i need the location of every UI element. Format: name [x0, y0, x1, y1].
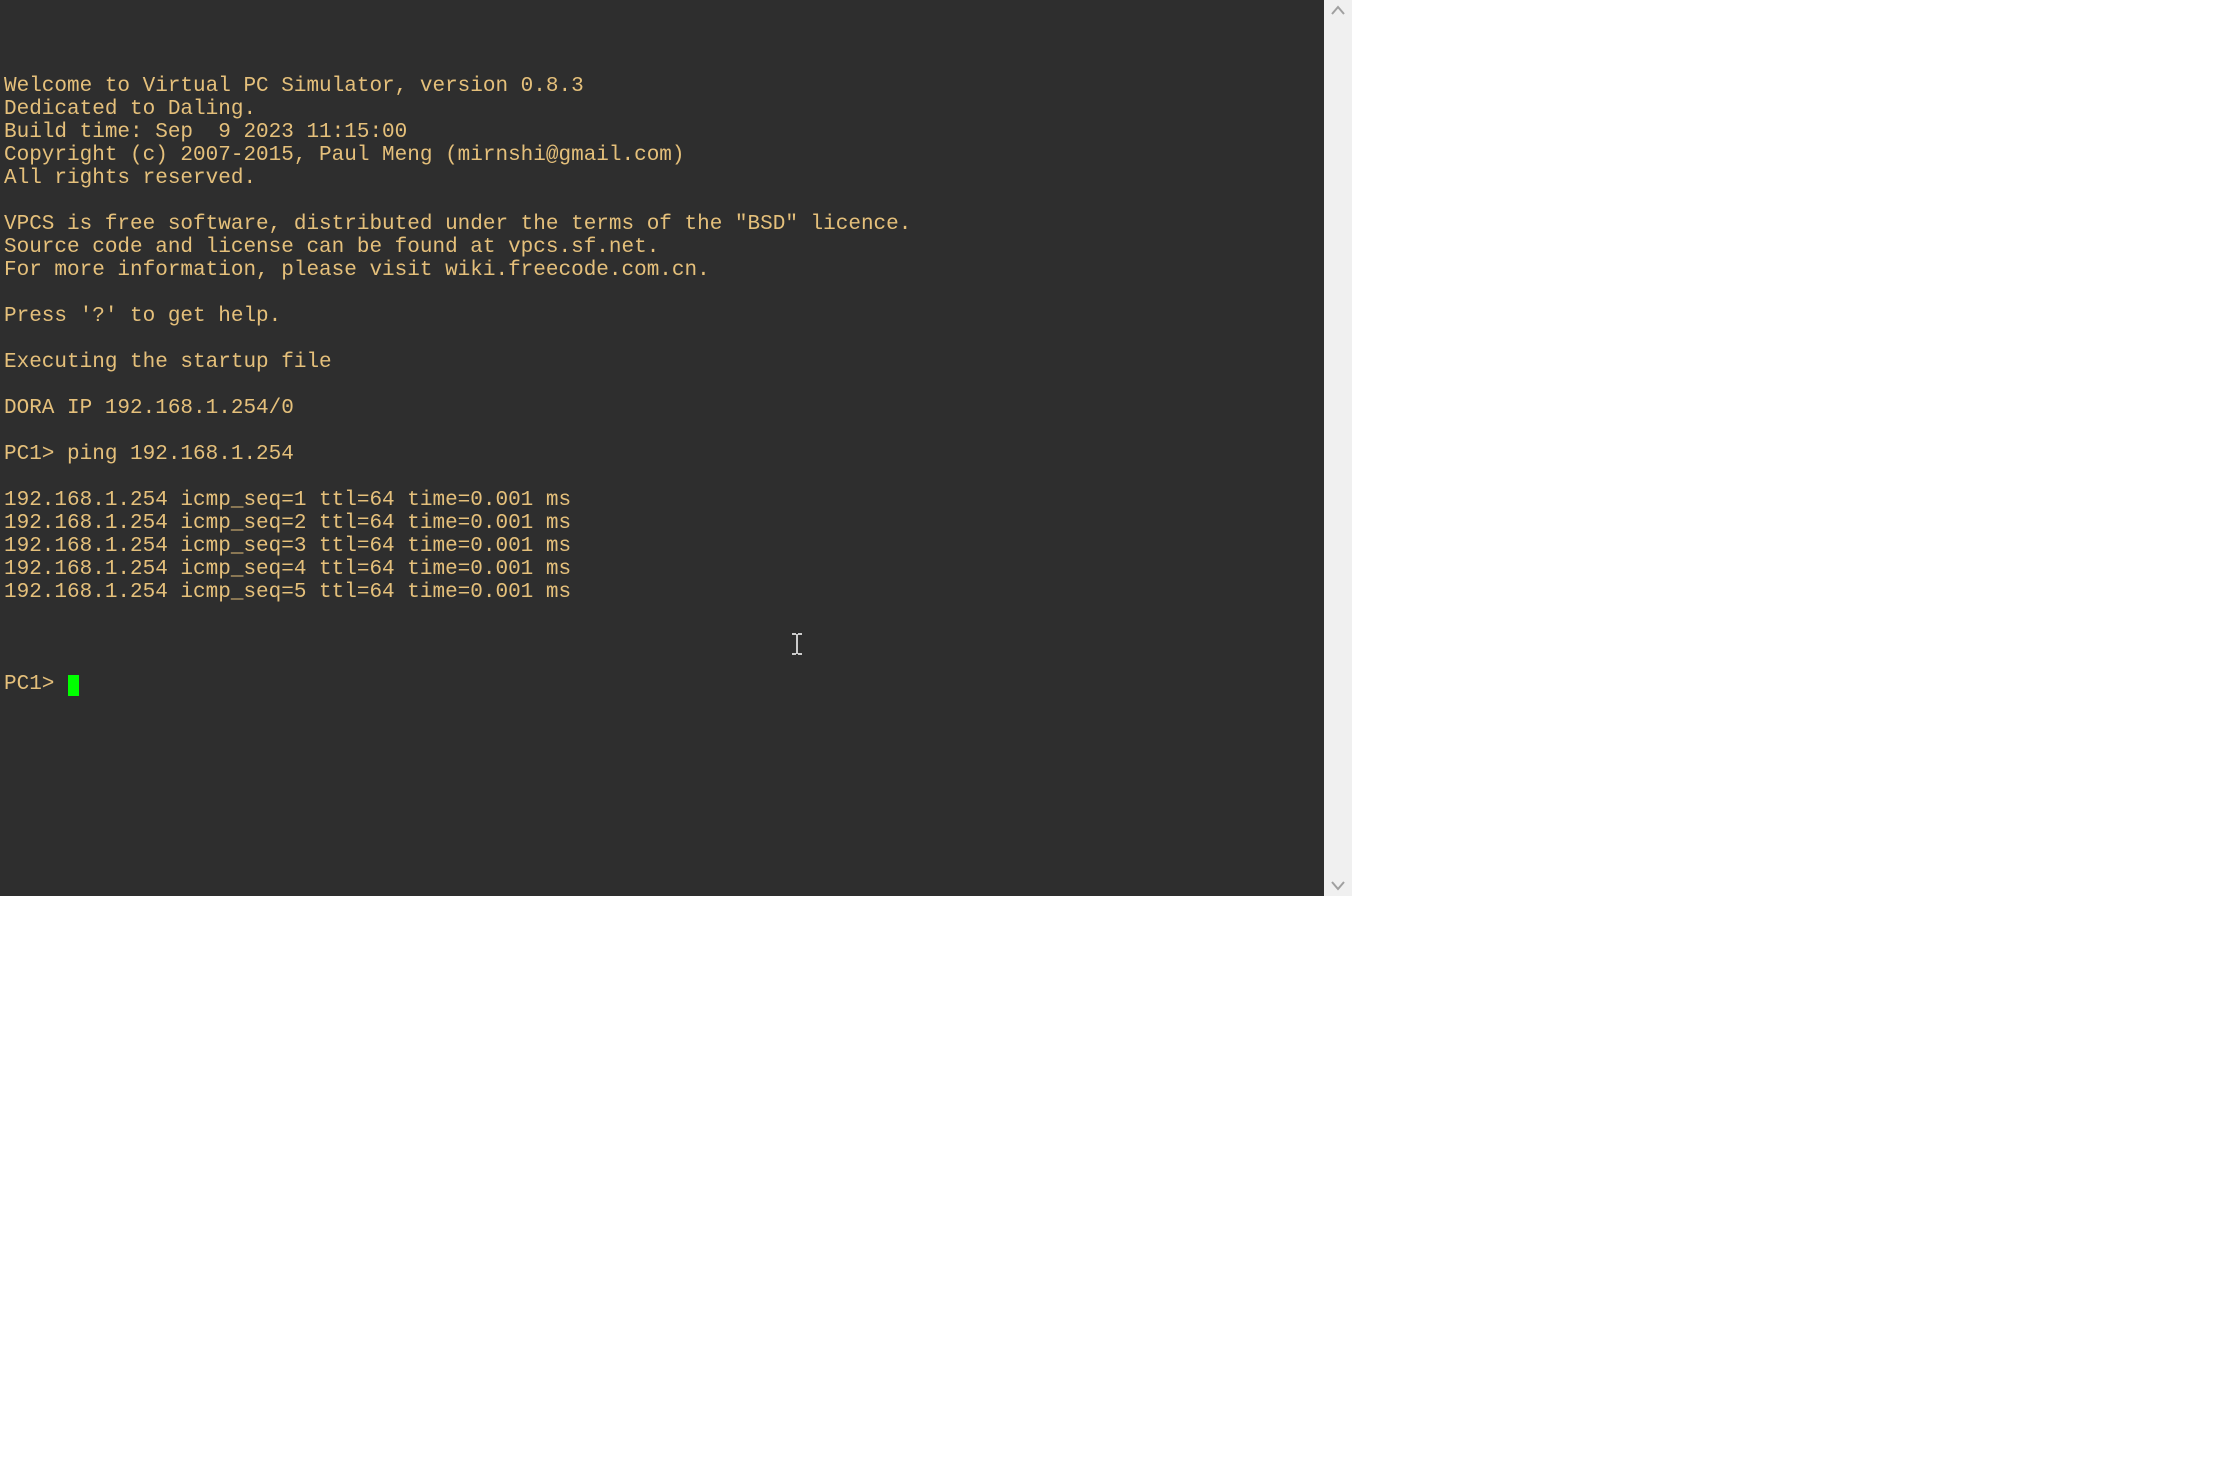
terminal-line	[4, 282, 1320, 305]
terminal-line: 192.168.1.254 icmp_seq=4 ttl=64 time=0.0…	[4, 558, 1320, 581]
terminal-output: Welcome to Virtual PC Simulator, version…	[4, 52, 1320, 627]
scroll-down-button[interactable]	[1324, 876, 1352, 896]
terminal-line: Welcome to Virtual PC Simulator, version…	[4, 75, 1320, 98]
terminal-line: Source code and license can be found at …	[4, 236, 1320, 259]
chevron-down-icon	[1331, 881, 1345, 891]
terminal-line: Dedicated to Daling.	[4, 98, 1320, 121]
terminal-line: 192.168.1.254 icmp_seq=3 ttl=64 time=0.0…	[4, 535, 1320, 558]
vertical-scrollbar[interactable]	[1324, 0, 1352, 896]
scrollbar-track-area[interactable]	[1324, 20, 1352, 876]
terminal-line: 192.168.1.254 icmp_seq=5 ttl=64 time=0.0…	[4, 581, 1320, 604]
scroll-up-button[interactable]	[1324, 0, 1352, 20]
terminal-line: PC1> ping 192.168.1.254	[4, 443, 1320, 466]
chevron-up-icon	[1331, 5, 1345, 15]
terminal-line: Build time: Sep 9 2023 11:15:00	[4, 121, 1320, 144]
terminal-line	[4, 466, 1320, 489]
terminal-line: 192.168.1.254 icmp_seq=2 ttl=64 time=0.0…	[4, 512, 1320, 535]
terminal-line	[4, 52, 1320, 75]
terminal-line: DORA IP 192.168.1.254/0	[4, 397, 1320, 420]
terminal-line	[4, 374, 1320, 397]
terminal-prompt-line: PC1>	[4, 673, 1320, 696]
terminal-line: VPCS is free software, distributed under…	[4, 213, 1320, 236]
terminal-line: All rights reserved.	[4, 167, 1320, 190]
terminal-line: Copyright (c) 2007-2015, Paul Meng (mirn…	[4, 144, 1320, 167]
terminal-line	[4, 328, 1320, 351]
terminal-cursor	[68, 675, 79, 696]
terminal-line	[4, 420, 1320, 443]
terminal-line: For more information, please visit wiki.…	[4, 259, 1320, 282]
terminal-line: Press '?' to get help.	[4, 305, 1320, 328]
terminal-prompt: PC1>	[4, 673, 67, 696]
terminal-line	[4, 190, 1320, 213]
terminal-line: Executing the startup file	[4, 351, 1320, 374]
terminal-line	[4, 604, 1320, 627]
terminal-line: 192.168.1.254 icmp_seq=1 ttl=64 time=0.0…	[4, 489, 1320, 512]
terminal[interactable]: Welcome to Virtual PC Simulator, version…	[0, 0, 1324, 896]
